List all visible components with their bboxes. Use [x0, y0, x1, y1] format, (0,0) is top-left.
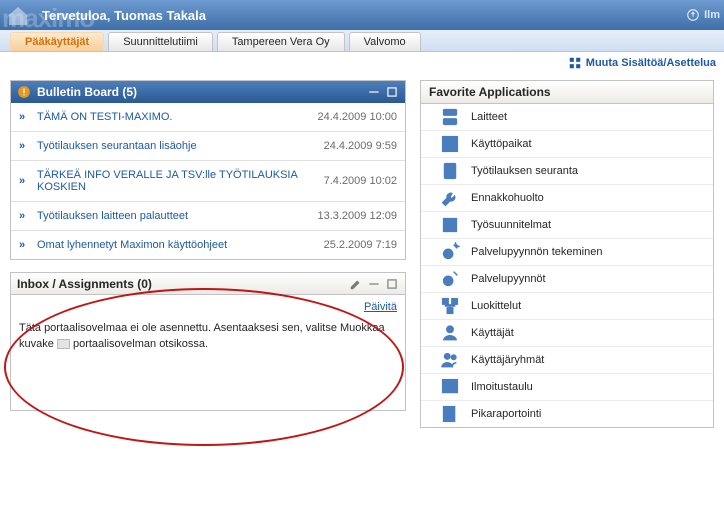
bulletin-link[interactable]: Omat lyhennetyt Maximon käyttöohjeet	[37, 239, 324, 251]
favorite-label: Käyttöpaikat	[471, 138, 532, 150]
close-icon[interactable]	[385, 85, 399, 99]
service-icon	[439, 268, 461, 290]
report-icon	[439, 403, 461, 425]
favorite-label: Luokittelut	[471, 300, 521, 312]
plan-icon	[439, 214, 461, 236]
app-banner: maximo Tervetuloa, Tuomas Takala Ilm	[0, 0, 724, 30]
service-new-icon	[439, 241, 461, 263]
chevron-icon: »	[19, 175, 37, 187]
inbox-header: Inbox / Assignments (0)	[11, 273, 405, 295]
bulletin-row[interactable]: »TÄMÄ ON TESTI-MAXIMO.24.4.2009 10:00	[11, 103, 405, 132]
banner-right-link[interactable]: Ilm	[704, 9, 720, 21]
bulletin-rows: »TÄMÄ ON TESTI-MAXIMO.24.4.2009 10:00»Ty…	[11, 103, 405, 259]
favorite-label: Työtilauksen seuranta	[471, 165, 578, 177]
favorite-item[interactable]: Palvelupyynnöt	[421, 266, 713, 293]
favorite-item[interactable]: Ennakkohuolto	[421, 185, 713, 212]
favorite-item[interactable]: Käyttöpaikat	[421, 131, 713, 158]
favorite-item[interactable]: Palvelupyynnön tekeminen	[421, 239, 713, 266]
close-icon[interactable]	[385, 277, 399, 291]
bulletin-board-portlet: Bulletin Board (5) »TÄMÄ ON TESTI-MAXIMO…	[10, 80, 406, 260]
chevron-icon: »	[19, 140, 37, 152]
bulletin-date: 24.4.2009 10:00	[317, 111, 397, 123]
bulletin-row[interactable]: »Omat lyhennetyt Maximon käyttöohjeet25.…	[11, 231, 405, 259]
favorite-label: Käyttäjäryhmät	[471, 354, 544, 366]
favorites-list: Laitteet Käyttöpaikat Työtilauksen seurant…	[420, 104, 714, 428]
favorite-label: Laitteet	[471, 111, 507, 123]
server-icon	[439, 106, 461, 128]
bulletin-date: 13.3.2009 12:09	[317, 210, 397, 222]
favorite-item[interactable]: Ilmoitustaulu	[421, 374, 713, 401]
favorite-item[interactable]: Pikaraportointi	[421, 401, 713, 427]
chevron-icon: »	[19, 111, 37, 123]
edit-layout-link[interactable]: Muuta Sisältöä/Asettelua	[568, 56, 716, 70]
layout-icon	[568, 56, 582, 70]
bulletin-link[interactable]: TÄRKEÄ INFO VERALLE JA TSV:lle TYÖTILAUK…	[37, 169, 324, 193]
inbox-portlet: Inbox / Assignments (0) Päivitä Tätä por…	[10, 272, 406, 411]
edit-icon[interactable]	[349, 277, 363, 291]
tab-tampereen-vera[interactable]: Tampereen Vera Oy	[217, 32, 345, 51]
welcome-text: Tervetuloa, Tuomas Takala	[42, 8, 206, 23]
tab-paakayttajat[interactable]: Pääkäyttäjät	[10, 32, 104, 51]
favorite-label: Käyttäjät	[471, 327, 514, 339]
chevron-icon: »	[19, 210, 37, 222]
bulletin-row[interactable]: »Työtilauksen laitteen palautteet13.3.20…	[11, 202, 405, 231]
favorite-item[interactable]: Työtilauksen seuranta	[421, 158, 713, 185]
chevron-icon: »	[19, 239, 37, 251]
bulletin-link[interactable]: TÄMÄ ON TESTI-MAXIMO.	[37, 111, 317, 123]
board-icon	[439, 376, 461, 398]
inbox-title: Inbox / Assignments (0)	[17, 277, 152, 291]
tab-valvomo[interactable]: Valvomo	[349, 32, 421, 51]
favorite-item[interactable]: Työsuunnitelmat	[421, 212, 713, 239]
bulletin-date: 25.2.2009 7:19	[324, 239, 397, 251]
user-icon	[439, 322, 461, 344]
bulletin-row[interactable]: »Työtilauksen seurantaan lisäohje24.4.20…	[11, 132, 405, 161]
bulletin-link[interactable]: Työtilauksen seurantaan lisäohje	[37, 140, 324, 152]
bulletin-date: 7.4.2009 10:02	[324, 175, 397, 187]
favorite-item[interactable]: Käyttäjäryhmät	[421, 347, 713, 374]
inbox-refresh-link[interactable]: Päivitä	[364, 301, 397, 313]
tab-suunnittelutiimi[interactable]: Suunnittelutiimi	[108, 32, 213, 51]
inbox-message: Tätä portaalisovelmaa ei ole asennettu. …	[19, 321, 397, 353]
users-icon	[439, 349, 461, 371]
location-icon	[439, 133, 461, 155]
favorite-label: Ilmoitustaulu	[471, 381, 533, 393]
bulletin-board-title: Bulletin Board (5)	[37, 85, 137, 99]
bulletin-link[interactable]: Työtilauksen laitteen palautteet	[37, 210, 317, 222]
wrench-icon	[439, 187, 461, 209]
favorite-item[interactable]: Laitteet	[421, 104, 713, 131]
favorite-label: Pikaraportointi	[471, 408, 541, 420]
minimize-icon[interactable]	[367, 85, 381, 99]
favorites-header: Favorite Applications	[420, 80, 714, 104]
pencil-icon	[57, 339, 70, 349]
favorite-label: Palvelupyynnön tekeminen	[471, 246, 602, 258]
favorite-item[interactable]: Käyttäjät	[421, 320, 713, 347]
minimize-icon[interactable]	[367, 277, 381, 291]
signout-icon[interactable]	[686, 8, 700, 22]
tab-bar: Pääkäyttäjät Suunnittelutiimi Tampereen …	[0, 30, 724, 52]
alert-icon	[17, 85, 31, 99]
clipboard-icon	[439, 160, 461, 182]
favorite-item[interactable]: Luokittelut	[421, 293, 713, 320]
favorite-label: Työsuunnitelmat	[471, 219, 551, 231]
home-icon	[4, 4, 32, 28]
favorite-label: Ennakkohuolto	[471, 192, 544, 204]
inbox-body: Päivitä Tätä portaalisovelmaa ei ole ase…	[11, 295, 405, 410]
bulletin-row[interactable]: »TÄRKEÄ INFO VERALLE JA TSV:lle TYÖTILAU…	[11, 161, 405, 202]
bulletin-date: 24.4.2009 9:59	[324, 140, 397, 152]
bulletin-board-header: Bulletin Board (5)	[11, 81, 405, 103]
classify-icon	[439, 295, 461, 317]
favorite-label: Palvelupyynnöt	[471, 273, 546, 285]
